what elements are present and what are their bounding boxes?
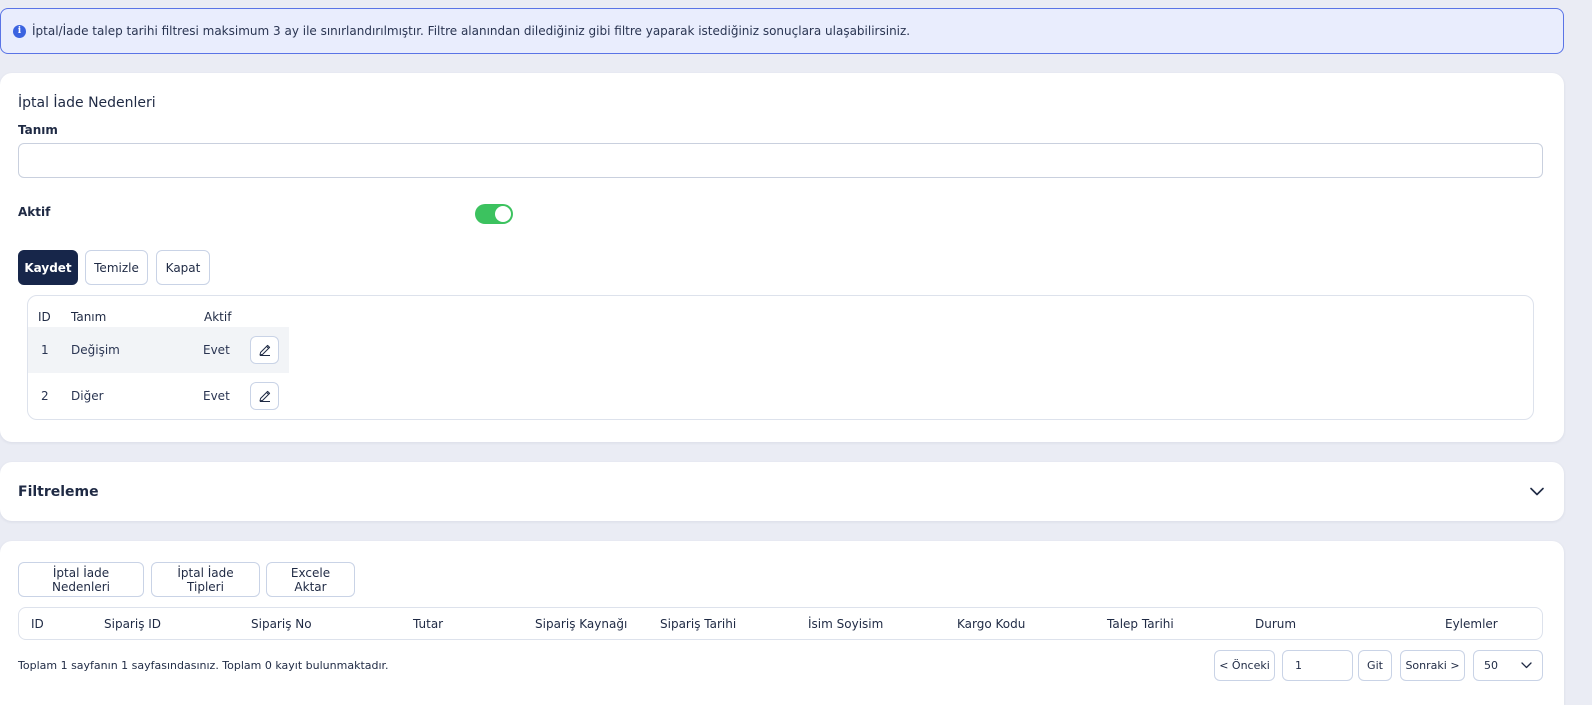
save-button[interactable]: Kaydet (18, 250, 78, 285)
previous-page-button[interactable]: < Önceki (1214, 650, 1275, 681)
alert-text: İptal/İade talep tarihi filtresi maksimu… (32, 24, 911, 38)
row-active: Evet (203, 389, 230, 403)
close-button[interactable]: Kapat (156, 250, 210, 285)
definition-label: Tanım (18, 123, 58, 137)
filter-panel[interactable]: Filtreleme (0, 462, 1564, 521)
grid-header-id: ID (31, 617, 44, 631)
pagination-summary: Toplam 1 sayfanın 1 sayfasındasınız. Top… (18, 659, 389, 672)
grid-header-status: Durum (1255, 617, 1297, 631)
filter-title: Filtreleme (18, 483, 99, 500)
toggle-knob (495, 206, 511, 222)
row-id: 2 (41, 389, 49, 403)
cancel-types-button[interactable]: İptal İade Tipleri (151, 562, 260, 597)
row-name: Değişim (71, 343, 120, 357)
reasons-header-id: ID (38, 310, 51, 324)
active-toggle[interactable] (475, 204, 513, 224)
row-active: Evet (203, 343, 230, 357)
grid-header-amount: Tutar (413, 617, 444, 631)
grid-header (18, 607, 1543, 640)
go-button[interactable]: Git (1358, 650, 1392, 681)
grid-header-full-name: İsim Soyisim (808, 617, 884, 631)
definition-input[interactable] (18, 143, 1543, 178)
reasons-header-name: Tanım (71, 310, 107, 324)
grid-header-cargo-code: Kargo Kodu (957, 617, 1026, 631)
cancel-reasons-button[interactable]: İptal İade Nedenleri (18, 562, 144, 597)
next-page-button[interactable]: Sonraki > (1400, 650, 1465, 681)
row-name: Diğer (71, 389, 104, 403)
page-number-input[interactable] (1282, 650, 1353, 681)
info-icon: i (13, 24, 26, 38)
pencil-icon (259, 390, 270, 402)
edit-button[interactable] (250, 382, 279, 410)
chevron-down-icon (1521, 662, 1532, 669)
grid-header-order-id: Sipariş ID (104, 617, 162, 631)
grid-header-order-source: Sipariş Kaynağı (535, 617, 628, 631)
grid-header-request-date: Talep Tarihi (1107, 617, 1174, 631)
row-id: 1 (41, 343, 49, 357)
page-size-value: 50 (1484, 659, 1498, 672)
edit-button[interactable] (250, 336, 279, 364)
clear-button[interactable]: Temizle (85, 250, 148, 285)
export-excel-button[interactable]: Excele Aktar (266, 562, 355, 597)
page-size-select[interactable]: 50 (1473, 650, 1543, 681)
grid-header-actions: Eylemler (1445, 617, 1498, 631)
grid-header-order-no: Sipariş No (251, 617, 312, 631)
active-label: Aktif (18, 205, 51, 219)
form-title: İptal İade Nedenleri (18, 95, 156, 111)
pencil-icon (259, 344, 270, 356)
chevron-down-icon[interactable] (1530, 485, 1544, 499)
grid-header-order-date: Sipariş Tarihi (660, 617, 737, 631)
reasons-header-active: Aktif (204, 310, 232, 324)
info-alert: i İptal/İade talep tarihi filtresi maksi… (0, 8, 1564, 54)
